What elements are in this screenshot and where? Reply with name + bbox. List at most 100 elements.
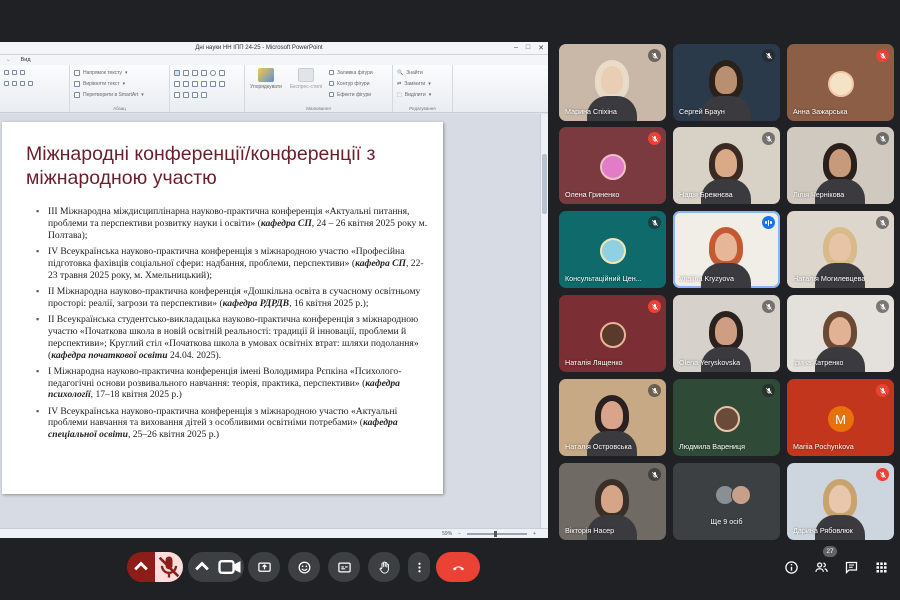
shape-icon-x[interactable] — [192, 91, 198, 98]
shape-effects-button[interactable]: Ефекти фігури — [337, 92, 371, 98]
rect-shape-icon[interactable] — [201, 69, 207, 76]
tab-view[interactable]: Вид — [21, 57, 31, 63]
zoom-out-icon[interactable]: − — [458, 531, 461, 537]
find-button[interactable]: Знайти — [406, 70, 422, 76]
slide-vertical-scrollbar[interactable] — [540, 114, 548, 530]
participant-tile[interactable]: Наталія Островська — [559, 379, 666, 456]
present-screen-button[interactable] — [248, 552, 280, 582]
callout-shape-icon[interactable] — [174, 91, 180, 98]
reactions-button[interactable] — [288, 552, 320, 582]
indent-icon[interactable] — [20, 70, 25, 75]
zoom-slider-knob[interactable] — [494, 530, 498, 537]
effects-icon — [329, 92, 334, 97]
participant-tile[interactable]: Олена Гриненко — [559, 127, 666, 204]
maximize-icon[interactable]: □ — [526, 44, 530, 52]
bullets-icon[interactable] — [4, 70, 9, 75]
select-button[interactable]: Виділити — [405, 92, 426, 98]
curve-shape-icon[interactable] — [201, 80, 207, 87]
raise-hand-button[interactable] — [368, 552, 400, 582]
numbering-icon[interactable] — [12, 70, 17, 75]
participant-name: Ще 9 осіб — [710, 517, 743, 526]
textbox-shape-icon[interactable] — [174, 69, 180, 76]
arrange-label: Упорядкувати — [250, 84, 282, 90]
mic-off-icon — [876, 384, 889, 397]
justify-icon[interactable] — [28, 81, 33, 86]
slide-title[interactable]: Міжнародні конференції/конференції з між… — [26, 142, 426, 190]
participant-tile[interactable]: Людмила Варениця — [673, 379, 780, 456]
oval-shape-icon[interactable] — [210, 69, 216, 76]
align-right-icon[interactable] — [20, 81, 25, 86]
powerpoint-window: Дні науки НН ІПП 24-25 - Microsoft Power… — [0, 42, 548, 538]
bullet-tail: , 17–18 квітня 2025 р.) — [90, 389, 182, 401]
slide[interactable]: Міжнародні конференції/конференції з між… — [2, 122, 443, 494]
participant-tile[interactable]: Анна Зажарська — [787, 44, 894, 121]
quick-styles-button[interactable]: Експрес-стилі — [289, 68, 323, 101]
participant-face — [601, 485, 623, 513]
zoom-slider[interactable] — [467, 530, 528, 537]
rounded-rect-shape-icon[interactable] — [219, 69, 225, 76]
participant-tile[interactable]: Дарина Рябовлюк — [787, 463, 894, 540]
shape-icon-y[interactable] — [201, 91, 207, 98]
triangle-shape-icon[interactable] — [174, 80, 180, 87]
find-icon: 🔍 — [397, 69, 404, 76]
participant-tile[interactable]: Сергей Браун — [673, 44, 780, 121]
department-name: кафедра початкової освіти — [51, 349, 168, 361]
bullet-icon: ▪ — [36, 405, 40, 416]
activities-button[interactable] — [872, 558, 890, 576]
participant-face — [715, 66, 737, 94]
participant-tile[interactable]: Ірина Катренко — [787, 295, 894, 372]
avatar — [731, 485, 751, 505]
more-shapes-icon[interactable] — [183, 91, 189, 98]
slide-editor-area: Міжнародні конференції/конференції з між… — [0, 114, 548, 530]
more-options-button[interactable] — [408, 552, 430, 582]
shape-fill-button[interactable]: Заливка фігури — [337, 70, 373, 76]
speaking-indicator-icon — [762, 216, 775, 229]
mic-toggle-button[interactable] — [155, 552, 183, 582]
replace-button[interactable]: Замінити — [404, 81, 425, 87]
people-button[interactable] — [812, 558, 830, 576]
align-text-button[interactable]: Вирівняти текст — [83, 81, 120, 87]
video-options-button[interactable] — [188, 552, 216, 582]
participant-tile[interactable]: Наталія Лященко — [559, 295, 666, 372]
more-vert-icon — [417, 562, 421, 572]
line-shape-icon[interactable] — [183, 69, 189, 76]
align-left-icon[interactable] — [4, 81, 9, 86]
shape-outline-button[interactable]: Контур фігури — [337, 81, 369, 87]
participant-tile[interactable]: Марина Спіхіна — [559, 44, 666, 121]
star-shape-icon[interactable] — [219, 80, 225, 87]
line-shape-icon-2[interactable] — [192, 69, 198, 76]
arrow-shape-icon-2[interactable] — [192, 80, 198, 87]
zoom-in-icon[interactable]: + — [533, 531, 536, 537]
mic-off-icon — [762, 132, 775, 145]
participant-tile[interactable]: Olena Yeryskovska — [673, 295, 780, 372]
camera-toggle-button[interactable] — [216, 552, 244, 582]
participant-face — [829, 485, 851, 513]
participant-tile[interactable]: Вікторія Насер — [559, 463, 666, 540]
audio-options-button[interactable] — [127, 552, 155, 582]
captions-button[interactable] — [328, 552, 360, 582]
tab-blank-1[interactable]: ⌄ — [6, 57, 11, 63]
arrow-shape-icon[interactable] — [183, 80, 189, 87]
close-icon[interactable]: ✕ — [538, 44, 544, 52]
participant-tile[interactable]: M Mariia Pochynkova — [787, 379, 894, 456]
participant-tile[interactable]: Лілія Чернікова — [787, 127, 894, 204]
ppt-ribbon: Напрямок тексту ▾ Вирівняти текст ▾ Перетв… — [0, 65, 548, 113]
text-direction-button[interactable]: Напрямок тексту — [83, 70, 122, 76]
arrange-button[interactable]: Упорядкувати — [249, 68, 283, 101]
participant-tile[interactable]: Vitalina Kryzyova — [673, 211, 780, 288]
participant-tile[interactable]: Консультаційний Цен... — [559, 211, 666, 288]
participant-tile[interactable]: Ще 9 осіб — [673, 463, 780, 540]
mic-off-icon — [762, 384, 775, 397]
minimize-icon[interactable]: – — [514, 44, 518, 52]
chat-button[interactable] — [842, 558, 860, 576]
brace-shape-icon[interactable] — [210, 80, 216, 87]
participant-tile[interactable]: Надія Брежнєва — [673, 127, 780, 204]
align-center-icon[interactable] — [12, 81, 17, 86]
slide-bullet-list[interactable]: ▪ ІІІ Міжнародна міждисциплінарна науково… — [36, 206, 432, 445]
scrollbar-thumb[interactable] — [542, 154, 547, 214]
leave-call-button[interactable] — [436, 552, 480, 582]
participant-tile[interactable]: Наталія Могилевцева — [787, 211, 894, 288]
convert-smartart-button[interactable]: Перетворити в SmartArt — [83, 92, 138, 98]
meeting-details-button[interactable] — [782, 558, 800, 576]
replace-icon: ⇄ — [397, 80, 402, 87]
